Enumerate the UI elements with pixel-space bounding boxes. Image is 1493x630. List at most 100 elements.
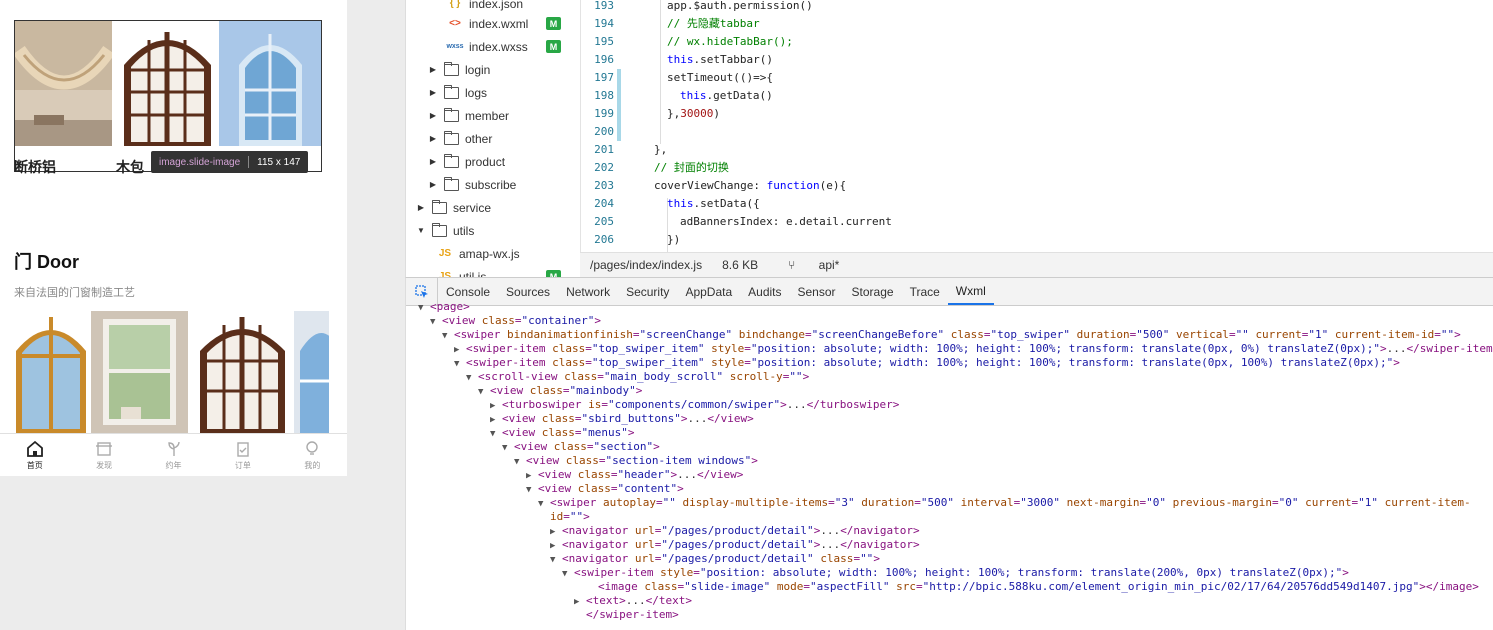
code-line[interactable]: 200: [581, 123, 1493, 141]
code-line[interactable]: 194 // 先隐藏tabbar: [581, 15, 1493, 33]
expand-down-icon[interactable]: ▼: [466, 371, 478, 385]
devtools-tab-network[interactable]: Network: [558, 278, 618, 305]
expand-right-icon[interactable]: ▶: [550, 539, 562, 553]
tree-item-index-wxml[interactable]: <> index.wxml: [446, 12, 528, 35]
wxml-node[interactable]: ▶ <navigator url="/pages/product/detail">…: [550, 524, 920, 538]
chevron-right-icon[interactable]: ▶: [428, 134, 438, 143]
devtools-tab-audits[interactable]: Audits: [740, 278, 789, 305]
expand-right-icon[interactable]: ▶: [574, 595, 586, 609]
expand-down-icon[interactable]: ▼: [490, 427, 502, 441]
door-image-1[interactable]: [14, 311, 88, 433]
tree-item-utils[interactable]: ▼ utils: [416, 219, 474, 242]
wxml-node-text: <scroll-view class="main_body_scroll" sc…: [478, 370, 810, 383]
tree-item-util-js[interactable]: JS util.js: [436, 265, 486, 278]
code-line[interactable]: 199},30000): [581, 105, 1493, 123]
tree-item-logs[interactable]: ▶ logs: [428, 81, 487, 104]
code-line[interactable]: 195 // wx.hideTabBar();: [581, 33, 1493, 51]
door-image-4[interactable]: [294, 311, 329, 433]
expand-down-icon[interactable]: ▼: [418, 301, 430, 315]
wxml-node[interactable]: ▼ <swiper autoplay="" display-multiple-it…: [538, 496, 1471, 510]
devtools-tab-sensor[interactable]: Sensor: [790, 278, 844, 305]
code-line[interactable]: 205 adBannersIndex: e.detail.current: [581, 213, 1493, 231]
wxml-node[interactable]: ▼ <swiper-item class="top_swiper_item" st…: [454, 356, 1400, 370]
tab-home[interactable]: 首页: [0, 434, 69, 476]
expand-down-icon[interactable]: ▼: [526, 483, 538, 497]
wxml-node[interactable]: ▶ <turboswiper is="components/common/swip…: [490, 398, 899, 412]
devtools-tab-security[interactable]: Security: [618, 278, 677, 305]
tab-orders[interactable]: 订单: [208, 434, 277, 476]
expand-down-icon[interactable]: ▼: [562, 567, 574, 581]
tree-item-other[interactable]: ▶ other: [428, 127, 492, 150]
expand-down-icon[interactable]: ▼: [454, 357, 466, 371]
wxml-node-text: <text>...</text>: [586, 594, 692, 607]
tree-item-login[interactable]: ▶ login: [428, 58, 490, 81]
wxml-node[interactable]: <image class="slide-image" mode="aspectF…: [586, 580, 1479, 594]
expand-right-icon[interactable]: ▶: [490, 413, 502, 427]
wxml-node[interactable]: ▶ <navigator url="/pages/product/detail">…: [550, 538, 920, 552]
code-line[interactable]: 206}): [581, 231, 1493, 249]
wxml-node[interactable]: ▼ <view class="container">: [430, 314, 601, 328]
wxml-node[interactable]: ▼ <view class="section">: [502, 440, 660, 454]
wxml-node[interactable]: ▼ <scroll-view class="main_body_scroll" s…: [466, 370, 809, 384]
code-line[interactable]: 201},: [581, 141, 1493, 159]
door-image-2[interactable]: [91, 311, 188, 433]
wxml-node[interactable]: ▼ <view class="content">: [526, 482, 684, 496]
tree-item-subscribe[interactable]: ▶ subscribe: [428, 173, 516, 196]
chevron-down-icon[interactable]: ▼: [416, 226, 426, 235]
expand-down-icon[interactable]: ▼: [478, 385, 490, 399]
tree-item-index-wxss[interactable]: wxss index.wxss: [446, 35, 527, 58]
devtools-tab-appdata[interactable]: AppData: [677, 278, 740, 305]
code-line[interactable]: 202 // 封面的切换: [581, 159, 1493, 177]
wxml-node[interactable]: ▶ <view class="sbird_buttons">...</view>: [490, 412, 754, 426]
wxml-node[interactable]: ▼ <page>: [418, 300, 470, 314]
expand-down-icon[interactable]: ▼: [550, 553, 562, 567]
devtools-tab-sources[interactable]: Sources: [498, 278, 558, 305]
wxml-node[interactable]: id="">: [538, 510, 590, 524]
wxml-node[interactable]: ▶ <text>...</text>: [574, 594, 692, 608]
chevron-right-icon[interactable]: ▶: [428, 88, 438, 97]
wxml-node[interactable]: ▼ <navigator url="/pages/product/detail" …: [550, 552, 880, 566]
chevron-right-icon[interactable]: ▶: [416, 203, 426, 212]
expand-right-icon[interactable]: ▶: [550, 525, 562, 539]
expand-down-icon[interactable]: ▼: [538, 497, 550, 511]
line-number: 204: [594, 197, 614, 210]
door-image-3[interactable]: [194, 311, 291, 433]
code-line[interactable]: 198 this.getData(): [581, 87, 1493, 105]
tree-item-service[interactable]: ▶ service: [416, 196, 491, 219]
wxml-node[interactable]: ▶ <swiper-item class="top_swiper_item" st…: [454, 342, 1493, 356]
chevron-right-icon[interactable]: ▶: [428, 65, 438, 74]
wxml-node[interactable]: ▼ <view class="mainbody">: [478, 384, 642, 398]
wxml-node[interactable]: ▼ <swiper bindanimationfinish="screenChan…: [442, 328, 1461, 342]
wxml-node[interactable]: ▼ <view class="menus">: [490, 426, 634, 440]
tree-item-product[interactable]: ▶ product: [428, 150, 505, 173]
devtools-tab-trace[interactable]: Trace: [902, 278, 948, 305]
wxml-node[interactable]: ▼ <view class="section-item windows">: [514, 454, 758, 468]
expand-down-icon[interactable]: ▼: [430, 315, 442, 329]
devtools-tab-wxml[interactable]: Wxml: [947, 278, 994, 305]
code-editor[interactable]: 193 app.$auth.permission() 194 // 先隐藏tabbar…: [580, 0, 1493, 252]
expand-down-icon[interactable]: ▼: [502, 441, 514, 455]
code-line[interactable]: 193 app.$auth.permission(): [581, 0, 1493, 15]
git-branch[interactable]: ⑂ api*: [778, 258, 849, 272]
expand-down-icon[interactable]: ▼: [442, 329, 454, 343]
tab-discover[interactable]: 发现: [69, 434, 138, 476]
expand-right-icon[interactable]: ▶: [454, 343, 466, 357]
tab-sprout[interactable]: 约年: [139, 434, 208, 476]
tree-item-member[interactable]: ▶ member: [428, 104, 509, 127]
expand-right-icon[interactable]: ▶: [526, 469, 538, 483]
chevron-right-icon[interactable]: ▶: [428, 157, 438, 166]
code-line[interactable]: 203 coverViewChange: function(e){: [581, 177, 1493, 195]
code-line[interactable]: 204 this.setData({: [581, 195, 1493, 213]
expand-down-icon[interactable]: ▼: [514, 455, 526, 469]
chevron-right-icon[interactable]: ▶: [428, 180, 438, 189]
tree-item-amap-wx-js[interactable]: JS amap-wx.js: [436, 242, 520, 265]
chevron-right-icon[interactable]: ▶: [428, 111, 438, 120]
wxml-node[interactable]: ▶ <view class="header">...</view>: [526, 468, 743, 482]
code-line[interactable]: 197 setTimeout(()=>{: [581, 69, 1493, 87]
tab-mine[interactable]: 我的: [278, 434, 347, 476]
wxml-node[interactable]: </swiper-item>: [574, 608, 679, 622]
devtools-tab-storage[interactable]: Storage: [844, 278, 902, 305]
expand-right-icon[interactable]: ▶: [490, 399, 502, 413]
wxml-node[interactable]: ▼ <swiper-item style="position: absolute;…: [562, 566, 1349, 580]
code-line[interactable]: 196 this.setTabbar(): [581, 51, 1493, 69]
